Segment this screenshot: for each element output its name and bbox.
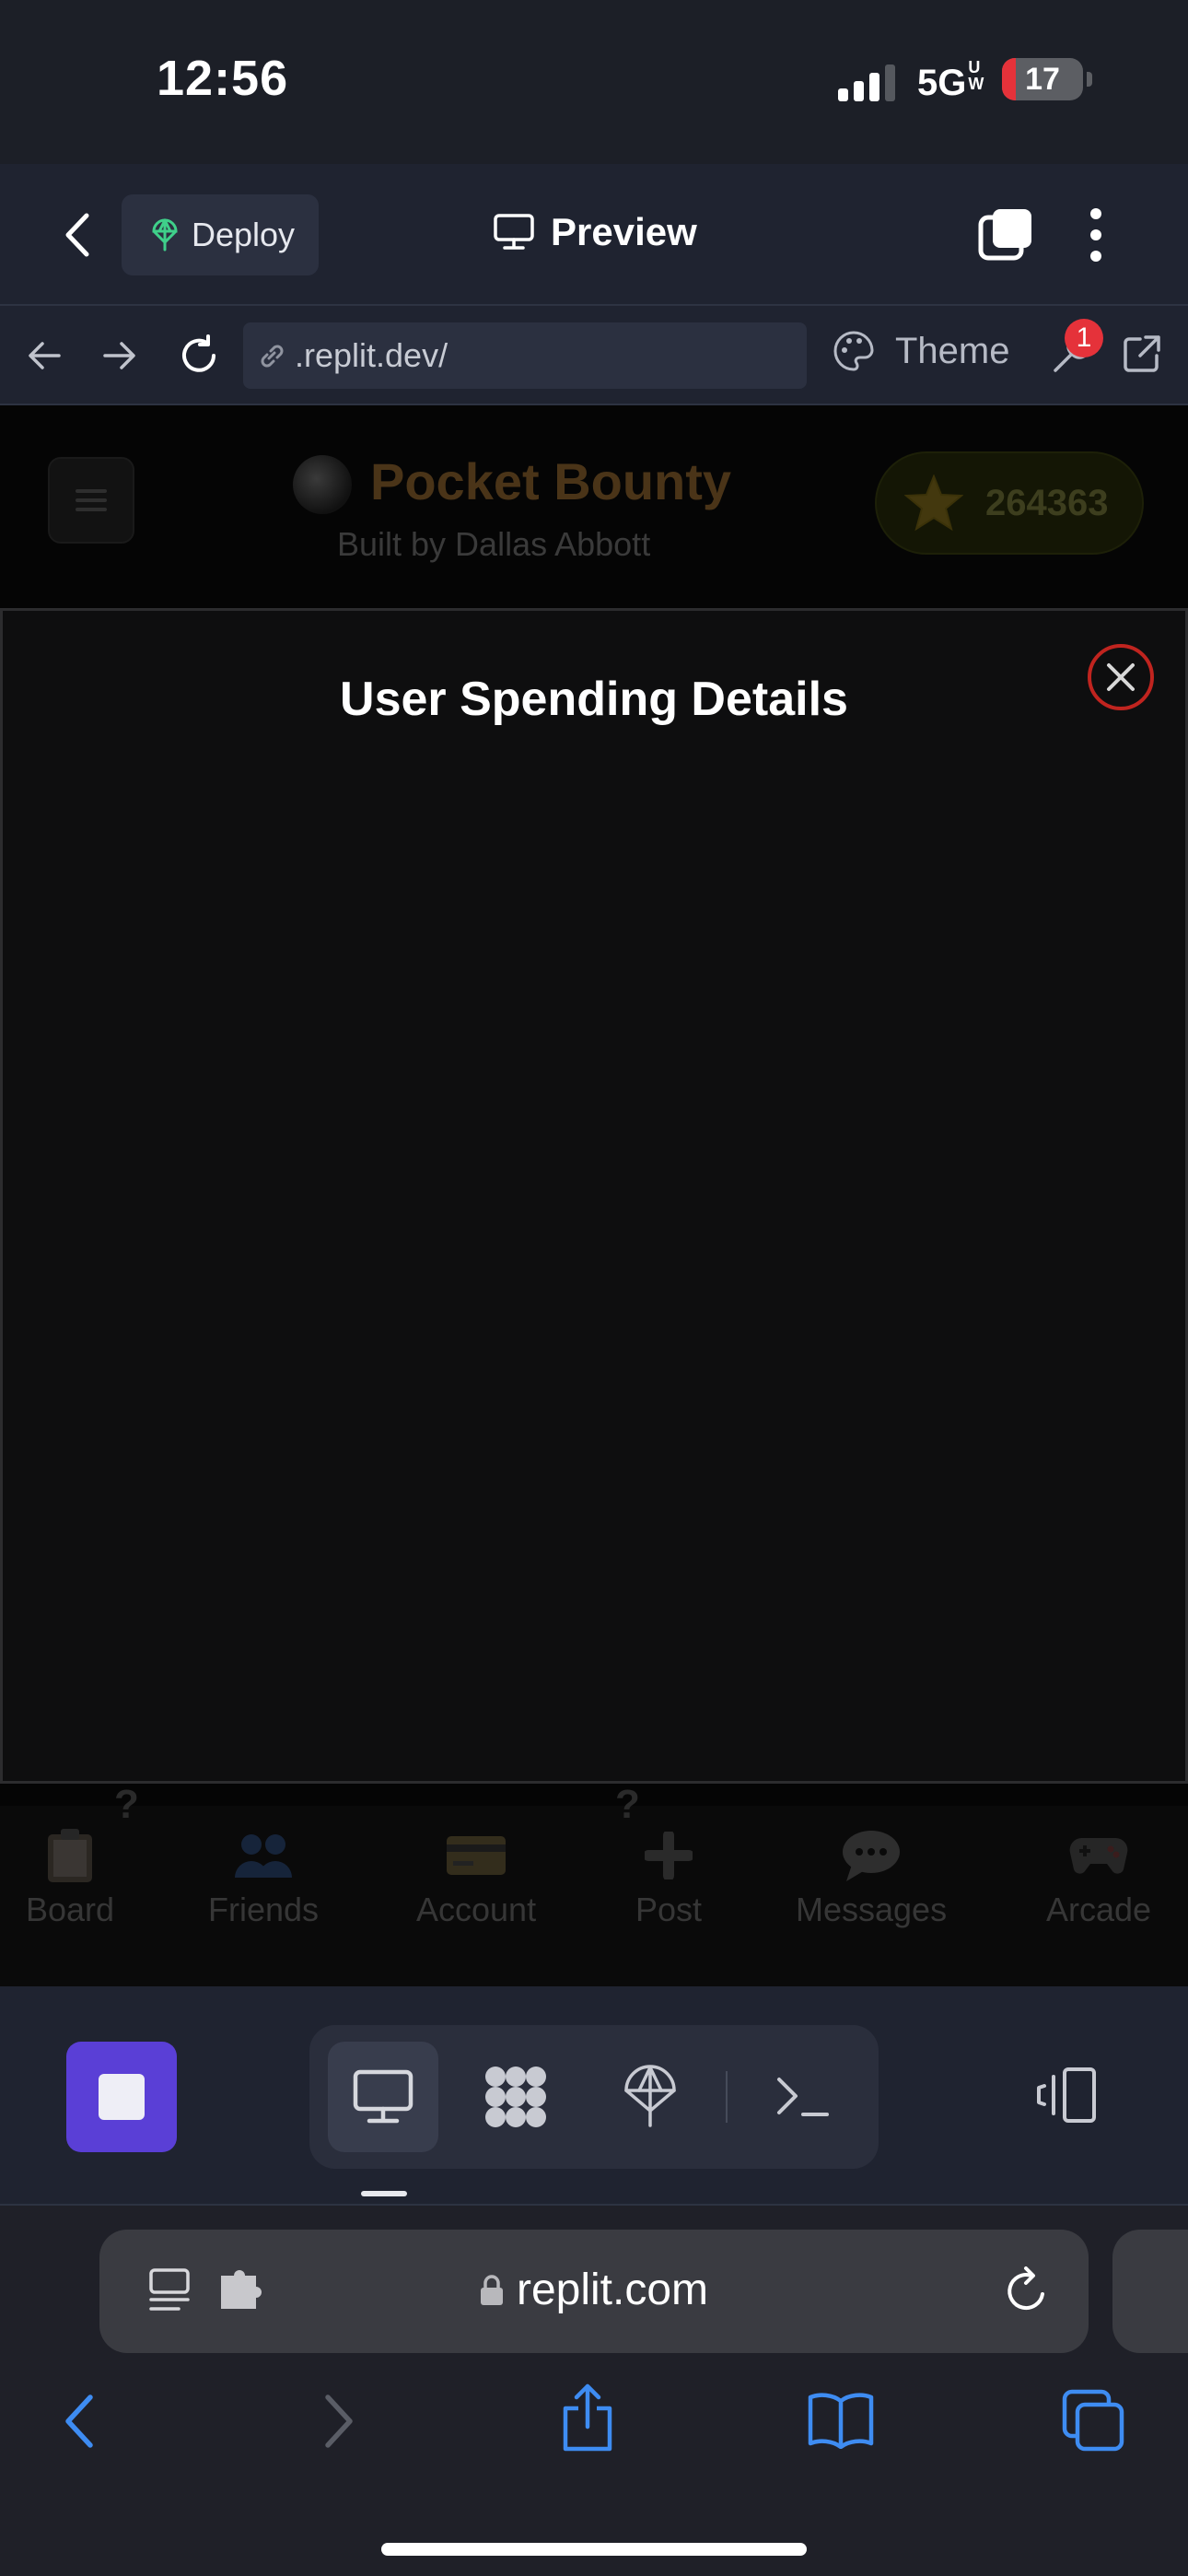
credit-card-icon bbox=[446, 1828, 507, 1883]
spending-modal: User Spending Details bbox=[0, 608, 1188, 1784]
network-indicator: 5G UW bbox=[917, 59, 988, 104]
close-button[interactable] bbox=[1088, 644, 1154, 710]
theme-button[interactable]: Theme bbox=[833, 330, 1010, 372]
stop-button[interactable] bbox=[66, 2042, 177, 2152]
deploy-view-button[interactable] bbox=[595, 2042, 705, 2152]
stop-icon bbox=[99, 2074, 145, 2120]
nav-label: Friends bbox=[208, 1891, 320, 1928]
palette-icon bbox=[833, 330, 875, 372]
app-preview: Pocket Bounty Built by Dallas Abbott 264… bbox=[0, 405, 1188, 1986]
url-bar: .replit.dev/ Theme bbox=[0, 306, 1188, 405]
arrow-left-icon[interactable] bbox=[26, 337, 63, 374]
nav-label: Post bbox=[635, 1891, 703, 1928]
status-time: 12:56 bbox=[157, 51, 289, 106]
battery-nub bbox=[1087, 72, 1092, 87]
star-icon bbox=[904, 474, 963, 532]
speech-bubble-icon bbox=[841, 1828, 902, 1883]
safari-back-icon[interactable] bbox=[61, 2392, 98, 2451]
battery-level: 17 bbox=[1025, 62, 1060, 97]
monitor-icon bbox=[353, 2069, 413, 2125]
shell-view-button[interactable] bbox=[748, 2042, 858, 2152]
app-subtitle: Built by Dallas Abbott bbox=[337, 525, 651, 563]
points-badge[interactable]: 264363 bbox=[875, 451, 1144, 555]
domain-text: replit.com bbox=[516, 2266, 709, 2314]
deploy-button[interactable]: Deploy bbox=[122, 194, 319, 275]
active-view-indicator bbox=[361, 2191, 407, 2196]
nav-messages[interactable]: Messages bbox=[796, 1828, 947, 1929]
nav-label: Account bbox=[416, 1891, 537, 1928]
clipboard-icon bbox=[40, 1828, 100, 1883]
reload-icon[interactable] bbox=[177, 334, 221, 378]
url-text: .replit.dev/ bbox=[295, 336, 448, 374]
tabs-icon[interactable] bbox=[978, 206, 1035, 263]
next-tab-preview[interactable] bbox=[1112, 2230, 1188, 2353]
signal-icon bbox=[838, 63, 899, 101]
network-suffix: UW bbox=[968, 58, 984, 93]
apps-icon bbox=[481, 2062, 551, 2132]
game-controller-icon bbox=[1068, 1828, 1129, 1883]
battery-icon: 17 bbox=[1002, 58, 1083, 100]
people-icon bbox=[233, 1828, 294, 1883]
preview-label: Preview bbox=[551, 210, 697, 253]
safari-address-bar[interactable]: replit.com bbox=[99, 2230, 1089, 2353]
hamburger-icon bbox=[76, 487, 107, 513]
toolbar-divider bbox=[726, 2071, 728, 2123]
nav-friends[interactable]: Friends bbox=[208, 1828, 319, 1929]
preview-view-button[interactable] bbox=[328, 2042, 438, 2152]
nav-label: Board bbox=[26, 1891, 115, 1928]
partial-mark: ? bbox=[615, 1782, 640, 1827]
open-external-icon[interactable] bbox=[1122, 334, 1162, 374]
network-type: 5G bbox=[917, 63, 967, 103]
safari-toolbar: replit.com bbox=[0, 2206, 1188, 2576]
deploy-label: Deploy bbox=[192, 216, 296, 253]
share-icon[interactable] bbox=[560, 2383, 615, 2453]
address-domain: replit.com bbox=[99, 2265, 1089, 2315]
url-input[interactable]: .replit.dev/ bbox=[243, 322, 807, 389]
nav-account[interactable]: Account bbox=[416, 1828, 536, 1929]
theme-label: Theme bbox=[895, 330, 1010, 371]
modal-title: User Spending Details bbox=[340, 673, 848, 726]
nav-label: Arcade bbox=[1046, 1891, 1152, 1928]
device-rotate-icon[interactable] bbox=[1031, 2066, 1098, 2125]
more-options-icon[interactable] bbox=[1087, 206, 1105, 263]
status-bar: 12:56 5G UW 17 bbox=[0, 0, 1188, 164]
notification-badge: 1 bbox=[1065, 319, 1103, 357]
back-icon[interactable] bbox=[59, 212, 96, 258]
deploy-icon bbox=[151, 218, 179, 252]
plus-icon bbox=[638, 1828, 699, 1883]
apps-view-button[interactable] bbox=[460, 2042, 571, 2152]
safari-forward-icon[interactable] bbox=[320, 2392, 357, 2451]
link-icon bbox=[256, 340, 287, 371]
app-header: Pocket Bounty Built by Dallas Abbott 264… bbox=[0, 405, 1188, 608]
arrow-right-icon[interactable] bbox=[101, 337, 138, 374]
tabs-overview-icon[interactable] bbox=[1061, 2388, 1125, 2453]
deploy-icon bbox=[623, 2065, 678, 2129]
replit-header: Deploy Preview bbox=[0, 164, 1188, 306]
moon-logo-icon bbox=[293, 455, 352, 514]
app-bottom-nav: ? ? Board Friends Account Post Messages … bbox=[0, 1782, 1188, 1986]
bookmarks-icon[interactable] bbox=[807, 2392, 875, 2449]
nav-arcade[interactable]: Arcade bbox=[1046, 1828, 1151, 1929]
view-switcher bbox=[309, 2025, 879, 2169]
app-title: Pocket Bounty bbox=[370, 452, 732, 510]
nav-label: Messages bbox=[796, 1891, 948, 1928]
reload-icon[interactable] bbox=[1004, 2266, 1050, 2314]
lock-icon bbox=[480, 2274, 504, 2306]
partial-mark: ? bbox=[114, 1782, 139, 1827]
points-value: 264363 bbox=[985, 482, 1109, 523]
close-icon bbox=[1105, 662, 1136, 693]
home-indicator bbox=[381, 2543, 807, 2556]
menu-button[interactable] bbox=[48, 457, 134, 544]
replit-toolbar bbox=[0, 1986, 1188, 2206]
nav-board[interactable]: Board bbox=[26, 1828, 114, 1929]
shell-icon bbox=[775, 2074, 831, 2120]
monitor-icon bbox=[494, 214, 534, 251]
nav-post[interactable]: Post bbox=[635, 1828, 702, 1929]
preview-title: Preview bbox=[494, 210, 697, 254]
